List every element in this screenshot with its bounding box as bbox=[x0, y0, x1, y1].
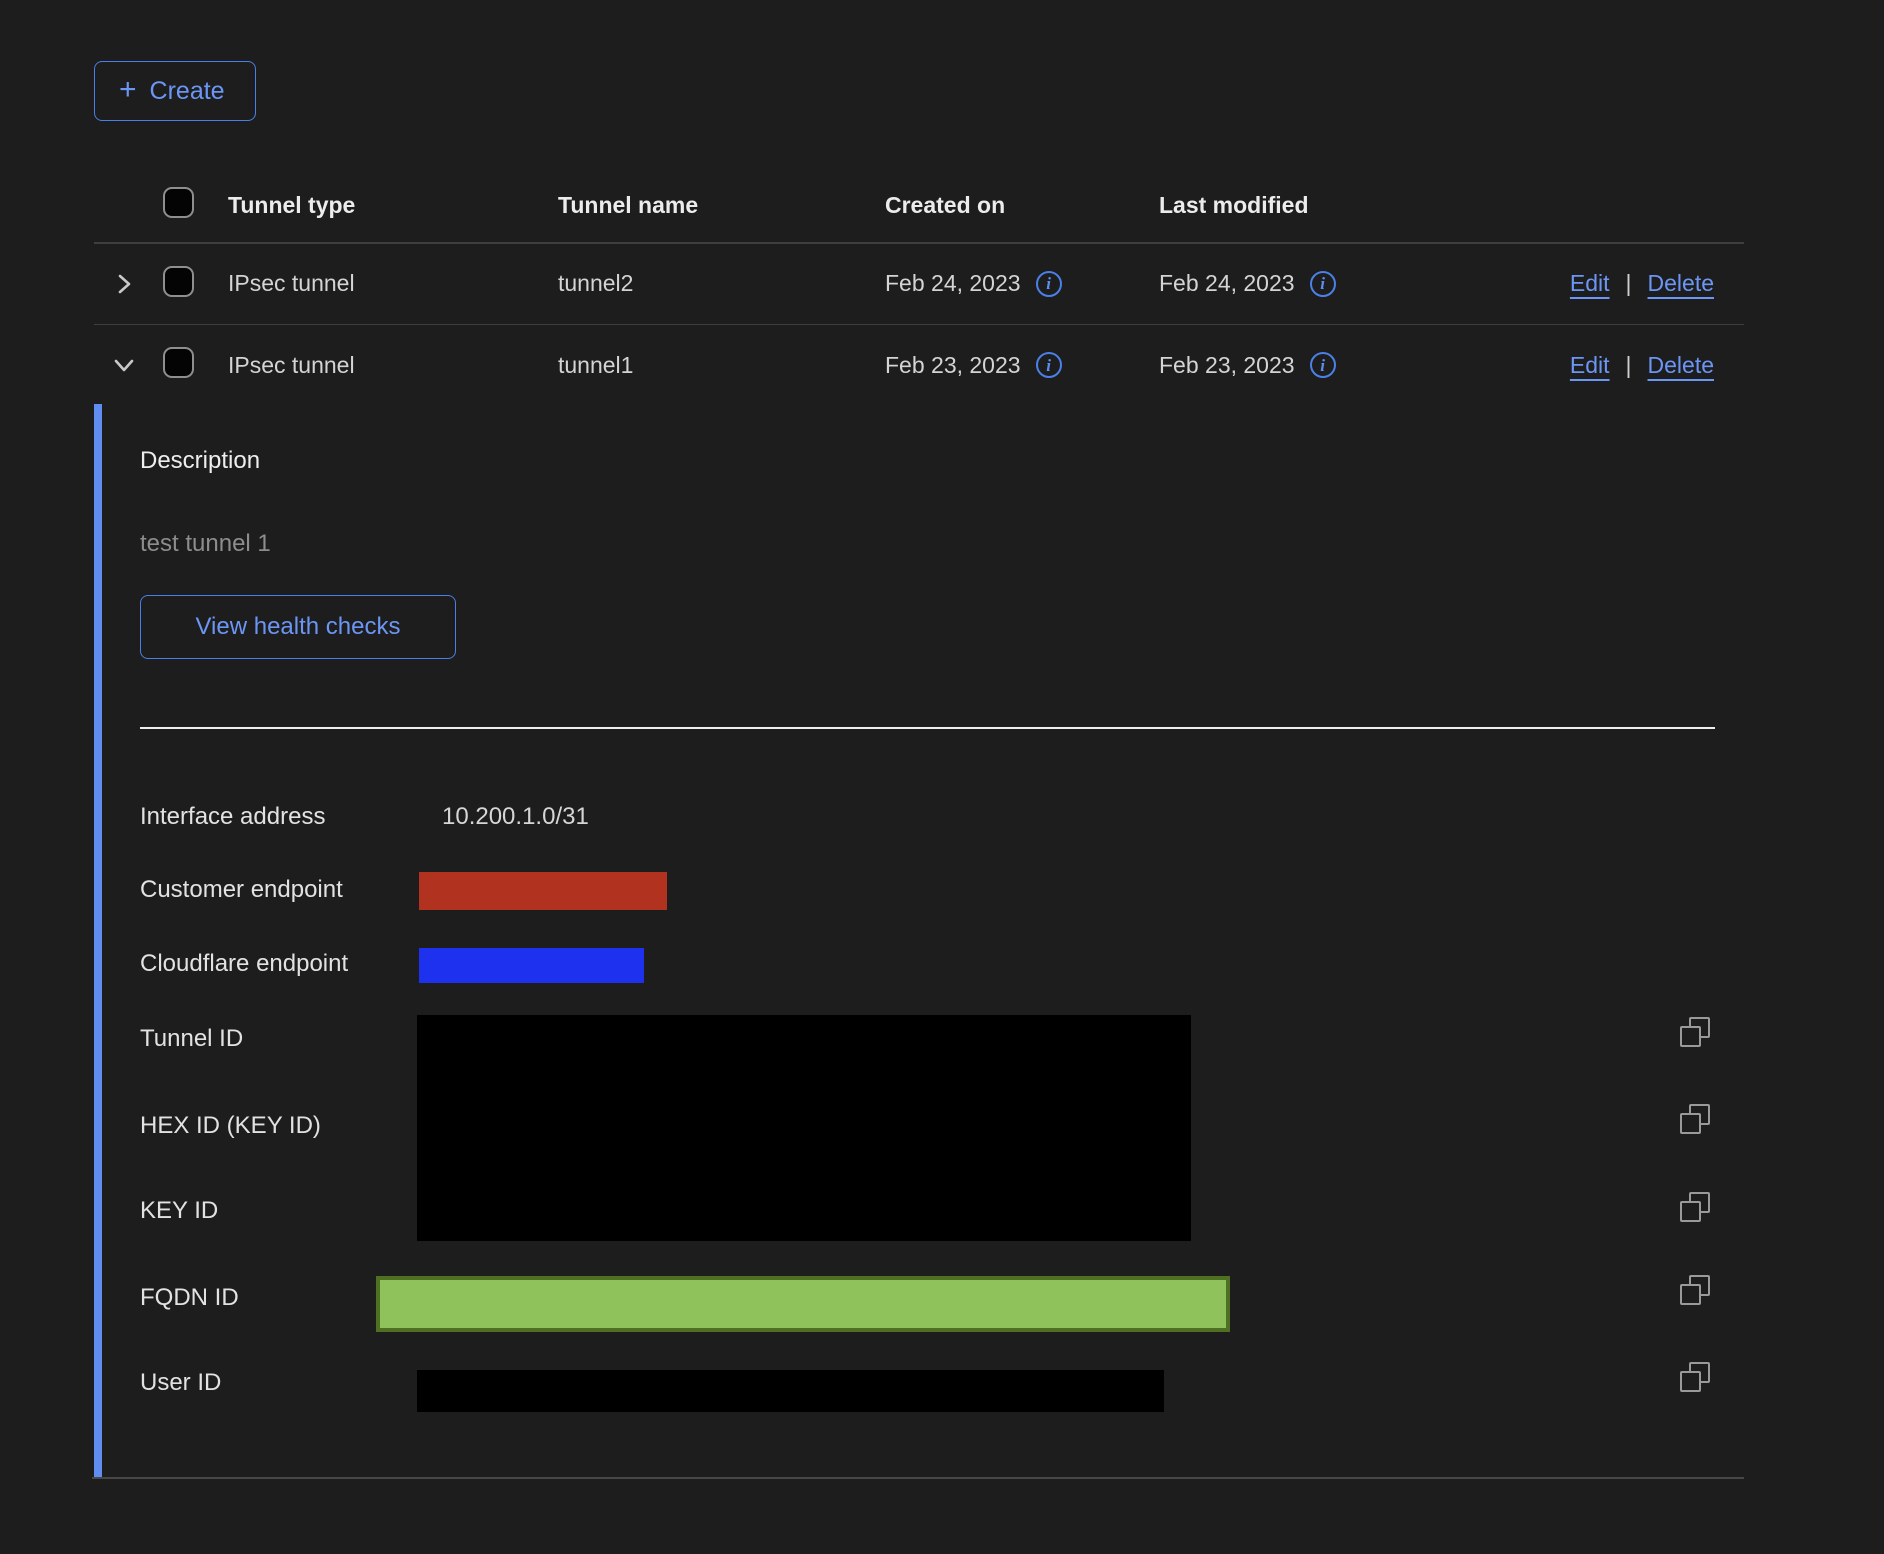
cloudflare-endpoint-redaction bbox=[419, 948, 644, 983]
edit-link[interactable]: Edit bbox=[1570, 270, 1610, 297]
chevron-down-icon bbox=[110, 351, 138, 379]
create-button[interactable]: + Create bbox=[94, 61, 256, 121]
table-row: IPsec tunnel tunnel1 Feb 23, 2023 i Feb … bbox=[94, 325, 1744, 405]
cell-tunnel-type: IPsec tunnel bbox=[228, 352, 558, 379]
action-separator: | bbox=[1626, 352, 1632, 379]
header-tunnel-type: Tunnel type bbox=[228, 192, 558, 219]
hex-id-label: HEX ID (KEY ID) bbox=[140, 1112, 321, 1140]
tunnels-page: + Create Tunnel type Tunnel name Created… bbox=[0, 0, 1884, 1554]
copy-fqdn-id-icon[interactable] bbox=[1678, 1273, 1712, 1307]
copy-key-id-icon[interactable] bbox=[1678, 1190, 1712, 1224]
select-all-checkbox[interactable] bbox=[163, 187, 194, 218]
cell-last-modified: Feb 24, 2023 bbox=[1159, 270, 1295, 297]
copy-user-id-icon[interactable] bbox=[1678, 1360, 1712, 1394]
copy-tunnel-id-icon[interactable] bbox=[1678, 1015, 1712, 1049]
chevron-right-icon bbox=[110, 270, 138, 298]
table-row: IPsec tunnel tunnel2 Feb 24, 2023 i Feb … bbox=[94, 244, 1744, 324]
customer-endpoint-label: Customer endpoint bbox=[140, 876, 343, 904]
edit-link[interactable]: Edit bbox=[1570, 352, 1610, 379]
customer-endpoint-redaction bbox=[419, 872, 667, 910]
header-created-on: Created on bbox=[885, 192, 1159, 219]
row-checkbox[interactable] bbox=[163, 347, 194, 378]
delete-link[interactable]: Delete bbox=[1648, 352, 1714, 379]
interface-address-value: 10.200.1.0/31 bbox=[442, 803, 589, 831]
plus-icon: + bbox=[119, 75, 137, 105]
interface-address-label: Interface address bbox=[140, 803, 325, 831]
cell-created-on: Feb 23, 2023 bbox=[885, 352, 1021, 379]
key-id-label: KEY ID bbox=[140, 1197, 218, 1225]
ids-redaction bbox=[417, 1015, 1191, 1241]
copy-hex-id-icon[interactable] bbox=[1678, 1102, 1712, 1136]
header-last-modified: Last modified bbox=[1159, 192, 1459, 219]
fqdn-id-redaction bbox=[376, 1276, 1230, 1332]
info-icon[interactable]: i bbox=[1036, 352, 1062, 378]
create-button-label: Create bbox=[150, 77, 225, 106]
info-icon[interactable]: i bbox=[1310, 271, 1336, 297]
tunnel-id-label: Tunnel ID bbox=[140, 1025, 243, 1053]
tunnel-detail-panel: Description test tunnel 1 View health ch… bbox=[94, 404, 1744, 1478]
expand-row-button[interactable] bbox=[110, 270, 163, 298]
view-health-checks-button[interactable]: View health checks bbox=[140, 595, 456, 659]
user-id-label: User ID bbox=[140, 1369, 221, 1397]
fqdn-id-label: FQDN ID bbox=[140, 1284, 239, 1312]
collapse-row-button[interactable] bbox=[110, 351, 163, 379]
cell-tunnel-name: tunnel1 bbox=[558, 352, 885, 379]
cell-tunnel-name: tunnel2 bbox=[558, 270, 885, 297]
cloudflare-endpoint-label: Cloudflare endpoint bbox=[140, 950, 348, 978]
info-icon[interactable]: i bbox=[1036, 271, 1062, 297]
table-header-row: Tunnel type Tunnel name Created on Last … bbox=[94, 168, 1744, 242]
info-icon[interactable]: i bbox=[1310, 352, 1336, 378]
row-checkbox[interactable] bbox=[163, 266, 194, 297]
cell-tunnel-type: IPsec tunnel bbox=[228, 270, 558, 297]
description-value: test tunnel 1 bbox=[140, 530, 271, 558]
action-separator: | bbox=[1626, 270, 1632, 297]
panel-bottom-divider bbox=[92, 1477, 1744, 1479]
delete-link[interactable]: Delete bbox=[1648, 270, 1714, 297]
description-label: Description bbox=[140, 447, 260, 475]
cell-created-on: Feb 24, 2023 bbox=[885, 270, 1021, 297]
tunnels-table: Tunnel type Tunnel name Created on Last … bbox=[94, 168, 1744, 405]
section-divider bbox=[140, 727, 1715, 729]
cell-last-modified: Feb 23, 2023 bbox=[1159, 352, 1295, 379]
user-id-redaction bbox=[417, 1370, 1164, 1412]
header-tunnel-name: Tunnel name bbox=[558, 192, 885, 219]
